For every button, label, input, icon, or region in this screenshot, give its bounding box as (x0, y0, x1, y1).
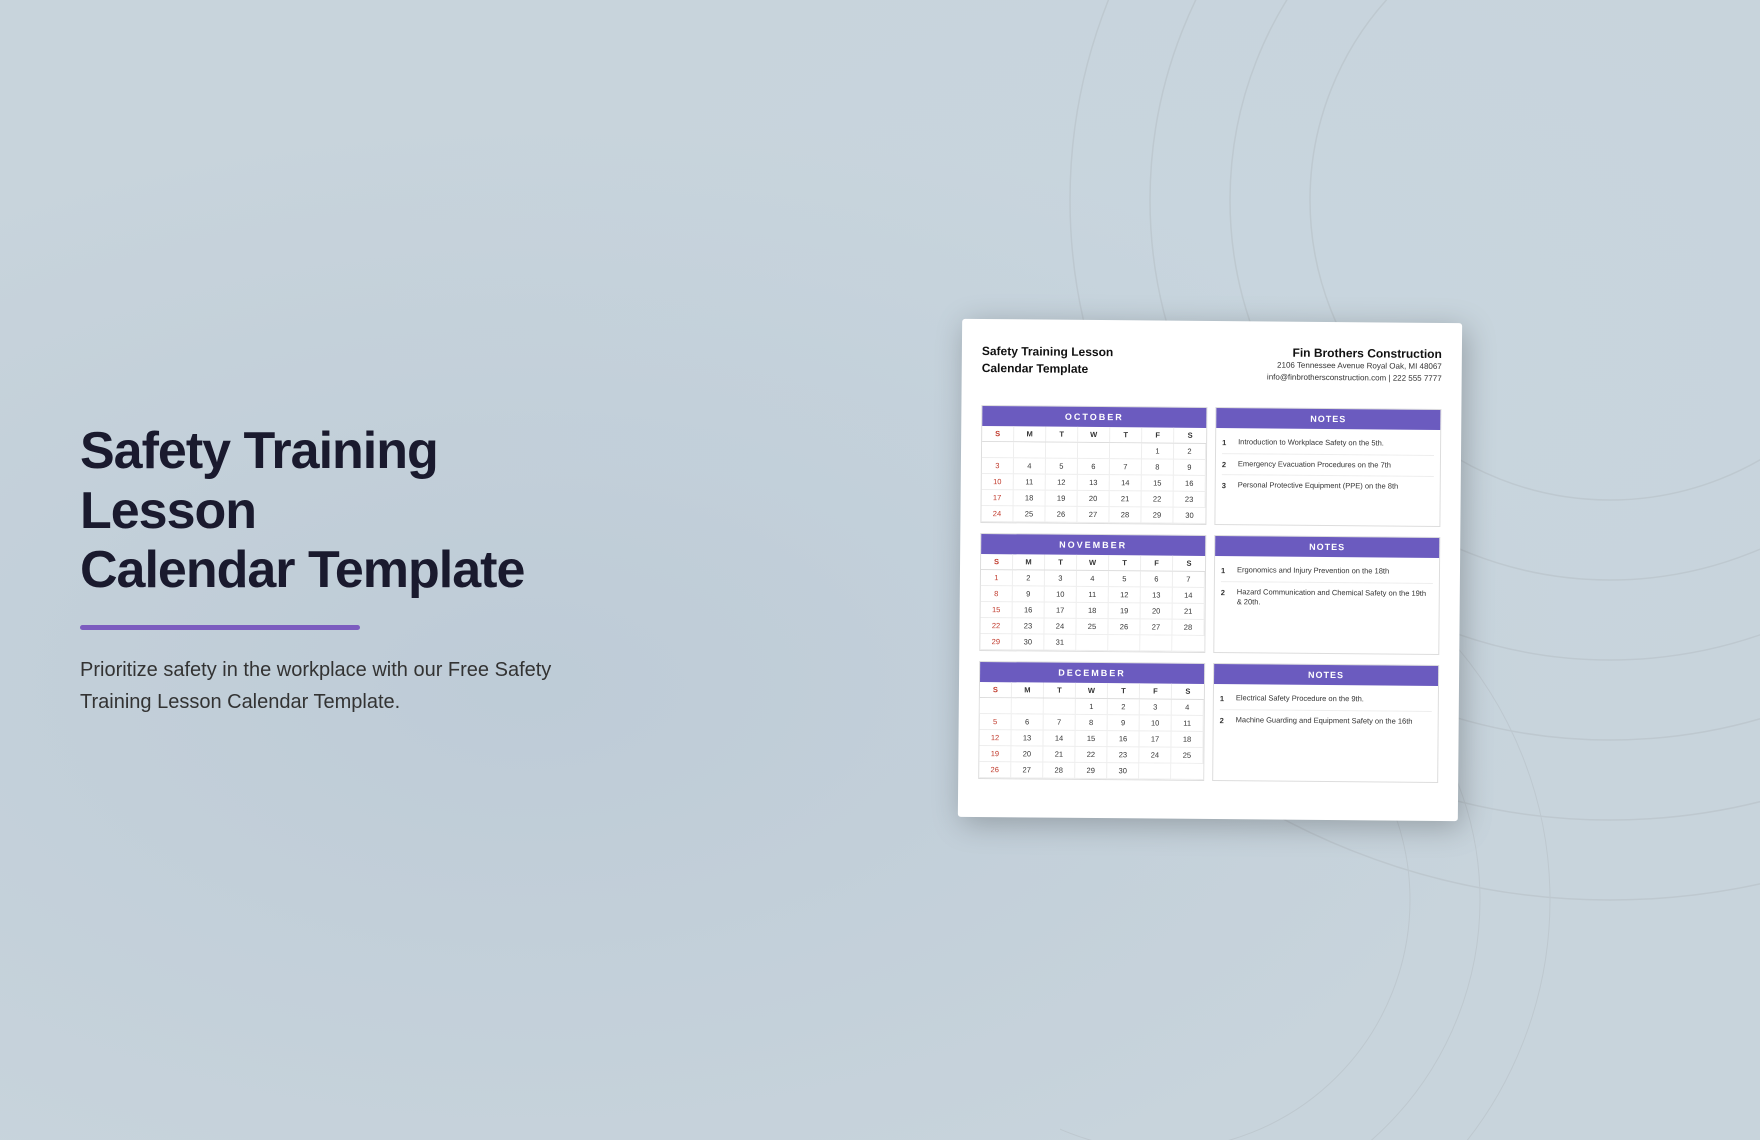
november-section: NOVEMBER S M T W T F S 1234567 891011121… (979, 533, 1440, 655)
december-calendar: DECEMBER S M T W T F S 1234 567891011 12… (978, 661, 1205, 781)
left-section: Safety Training Lesson Calendar Template… (0, 362, 700, 778)
title-underline (80, 625, 360, 630)
note-row: 1 Ergonomics and Injury Prevention on th… (1221, 560, 1433, 583)
note-row: 1 Introduction to Workplace Safety on th… (1222, 432, 1434, 455)
november-grid: 1234567 891011121314 15161718192021 2223… (980, 570, 1205, 652)
december-notes: NOTES 1 Electrical Safety Procedure on t… (1212, 663, 1439, 783)
october-notes: NOTES 1 Introduction to Workplace Safety… (1214, 407, 1441, 527)
day-headers: S M T W T F S (980, 682, 1204, 700)
right-section: Safety Training Lesson Calendar Template… (700, 281, 1760, 859)
note-row: 2 Emergency Evacuation Procedures on the… (1222, 454, 1434, 477)
november-notes: NOTES 1 Ergonomics and Injury Prevention… (1213, 535, 1440, 655)
day-headers: S M T W T F S (982, 426, 1206, 444)
december-section: DECEMBER S M T W T F S 1234 567891011 12… (978, 661, 1439, 783)
october-calendar: OCTOBER S M T W T F S 12 3456789 1011121… (980, 405, 1207, 525)
note-row: 1 Electrical Safety Procedure on the 9th… (1220, 688, 1432, 711)
december-grid: 1234 567891011 12131415161718 1920212223… (979, 698, 1204, 780)
october-section: OCTOBER S M T W T F S 12 3456789 1011121… (980, 405, 1441, 527)
note-row: 3 Personal Protective Equipment (PPE) on… (1222, 475, 1434, 497)
october-grid: 12 3456789 10111213141516 17181920212223… (981, 442, 1206, 524)
november-calendar: NOVEMBER S M T W T F S 1234567 891011121… (979, 533, 1206, 653)
description-text: Prioritize safety in the workplace with … (80, 654, 560, 718)
note-row: 2 Machine Guarding and Equipment Safety … (1220, 710, 1432, 732)
doc-title-left: Safety Training Lesson Calendar Template (982, 343, 1114, 378)
document-preview: Safety Training Lesson Calendar Template… (958, 319, 1462, 821)
doc-title-right: Fin Brothers Construction 2106 Tennessee… (1267, 345, 1442, 385)
page-title: Safety Training Lesson Calendar Template (80, 422, 620, 601)
day-headers: S M T W T F S (981, 554, 1205, 572)
note-row: 2 Hazard Communication and Chemical Safe… (1221, 582, 1433, 615)
doc-header: Safety Training Lesson Calendar Template… (982, 343, 1442, 395)
